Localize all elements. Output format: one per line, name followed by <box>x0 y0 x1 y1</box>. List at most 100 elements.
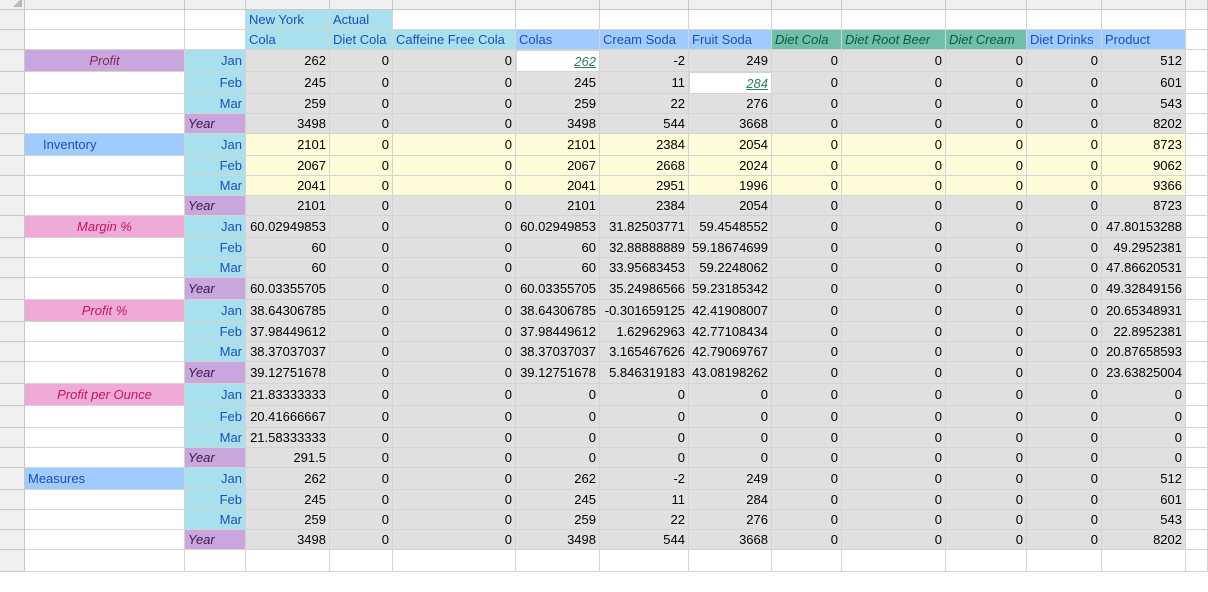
cell-L4[interactable]: 0 <box>1027 72 1102 94</box>
cell-K18[interactable]: 0 <box>946 362 1027 384</box>
row-header-13[interactable] <box>0 258 25 278</box>
cell-F12[interactable]: 60 <box>516 238 600 258</box>
measure-label-1[interactable]: Inventory <box>25 134 185 156</box>
cell-E9[interactable]: 0 <box>393 176 516 196</box>
cell-I26[interactable]: 0 <box>772 530 842 550</box>
column-header-M[interactable] <box>1102 0 1186 10</box>
cell-E26[interactable]: 0 <box>393 530 516 550</box>
row-header-27[interactable] <box>0 550 25 572</box>
cell-H4-editable[interactable]: 284 <box>689 72 772 94</box>
cell-B2[interactable] <box>185 30 246 50</box>
cell-G9[interactable]: 2951 <box>600 176 689 196</box>
cell-L20[interactable]: 0 <box>1027 406 1102 428</box>
cell-A20[interactable] <box>25 406 185 428</box>
cell-G19[interactable]: 0 <box>600 384 689 406</box>
cell-I11[interactable]: 0 <box>772 216 842 238</box>
cell-K16[interactable]: 0 <box>946 322 1027 342</box>
cell-K10[interactable]: 0 <box>946 196 1027 216</box>
cell-L3[interactable]: 0 <box>1027 50 1102 72</box>
cell-H3[interactable]: 249 <box>689 50 772 72</box>
column-header-C[interactable] <box>246 0 330 10</box>
row-header-19[interactable] <box>0 384 25 406</box>
cell-C24[interactable]: 245 <box>246 490 330 510</box>
cell-M24[interactable]: 601 <box>1102 490 1186 510</box>
column-header-K[interactable] <box>946 0 1027 10</box>
cell-L13[interactable]: 0 <box>1027 258 1102 278</box>
cell-J13[interactable]: 0 <box>842 258 946 278</box>
row-header-1[interactable] <box>0 10 25 30</box>
row-header-24[interactable] <box>0 490 25 510</box>
cell-G12[interactable]: 32.88888889 <box>600 238 689 258</box>
cell-G11[interactable]: 31.82503771 <box>600 216 689 238</box>
cell-I2[interactable]: Diet Cola <box>772 30 842 50</box>
period-label[interactable]: Year <box>185 196 246 216</box>
cell-L18[interactable]: 0 <box>1027 362 1102 384</box>
cell-I14[interactable]: 0 <box>772 278 842 300</box>
row-header-18[interactable] <box>0 362 25 384</box>
cell-E23[interactable]: 0 <box>393 468 516 490</box>
row-header-8[interactable] <box>0 156 25 176</box>
cell-H5[interactable]: 276 <box>689 94 772 114</box>
column-header-B[interactable] <box>185 0 246 10</box>
cell-D5[interactable]: 0 <box>330 94 393 114</box>
cell-I1[interactable] <box>772 10 842 30</box>
cell-J1[interactable] <box>842 10 946 30</box>
cell-F9[interactable]: 2041 <box>516 176 600 196</box>
cell-F2[interactable]: Colas <box>516 30 600 50</box>
cell-M15[interactable]: 20.65348931 <box>1102 300 1186 322</box>
period-label[interactable]: Jan <box>185 468 246 490</box>
cell-D21[interactable]: 0 <box>330 428 393 448</box>
cell-F7[interactable]: 2101 <box>516 134 600 156</box>
cell-A26[interactable] <box>25 530 185 550</box>
column-header-H[interactable] <box>689 0 772 10</box>
cell-F26[interactable]: 3498 <box>516 530 600 550</box>
cell-H1[interactable] <box>689 10 772 30</box>
cell-G18[interactable]: 5.846319183 <box>600 362 689 384</box>
cell-D17[interactable]: 0 <box>330 342 393 362</box>
period-label[interactable]: Year <box>185 362 246 384</box>
cell-C2[interactable]: Cola <box>246 30 330 50</box>
row-header-15[interactable] <box>0 300 25 322</box>
column-header-A[interactable] <box>25 0 185 10</box>
cell-F5[interactable]: 259 <box>516 94 600 114</box>
cell-F27[interactable] <box>516 550 600 572</box>
cell-H27[interactable] <box>689 550 772 572</box>
cell-I8[interactable]: 0 <box>772 156 842 176</box>
cell-G2[interactable]: Cream Soda <box>600 30 689 50</box>
cell-E14[interactable]: 0 <box>393 278 516 300</box>
cell-I3[interactable]: 0 <box>772 50 842 72</box>
cell-C7[interactable]: 2101 <box>246 134 330 156</box>
column-header-E[interactable] <box>393 0 516 10</box>
cell-M4[interactable]: 601 <box>1102 72 1186 94</box>
cell-I6[interactable]: 0 <box>772 114 842 134</box>
row-header-2[interactable] <box>0 30 25 50</box>
cell-M2[interactable]: Product <box>1102 30 1186 50</box>
cell-C10[interactable]: 2101 <box>246 196 330 216</box>
cell-M3[interactable]: 512 <box>1102 50 1186 72</box>
cell-E20[interactable]: 0 <box>393 406 516 428</box>
cell-J27[interactable] <box>842 550 946 572</box>
cell-C3[interactable]: 262 <box>246 50 330 72</box>
cell-E8[interactable]: 0 <box>393 156 516 176</box>
cell-J19[interactable]: 0 <box>842 384 946 406</box>
column-header-G[interactable] <box>600 0 689 10</box>
cell-G21[interactable]: 0 <box>600 428 689 448</box>
cell-A27[interactable] <box>25 550 185 572</box>
cell-I16[interactable]: 0 <box>772 322 842 342</box>
cell-K14[interactable]: 0 <box>946 278 1027 300</box>
cell-L9[interactable]: 0 <box>1027 176 1102 196</box>
cell-K2[interactable]: Diet Cream <box>946 30 1027 50</box>
cell-A22[interactable] <box>25 448 185 468</box>
cell-F3-editable[interactable]: 262 <box>516 50 600 72</box>
period-label[interactable]: Year <box>185 530 246 550</box>
measure-label-2[interactable]: Margin % <box>25 216 185 238</box>
cell-J25[interactable]: 0 <box>842 510 946 530</box>
cell-F23[interactable]: 262 <box>516 468 600 490</box>
cell-H19[interactable]: 0 <box>689 384 772 406</box>
cell-F24[interactable]: 245 <box>516 490 600 510</box>
cell-K26[interactable]: 0 <box>946 530 1027 550</box>
column-header-L[interactable] <box>1027 0 1102 10</box>
cell-H23[interactable]: 249 <box>689 468 772 490</box>
cell-M7[interactable]: 8723 <box>1102 134 1186 156</box>
cell-K20[interactable]: 0 <box>946 406 1027 428</box>
